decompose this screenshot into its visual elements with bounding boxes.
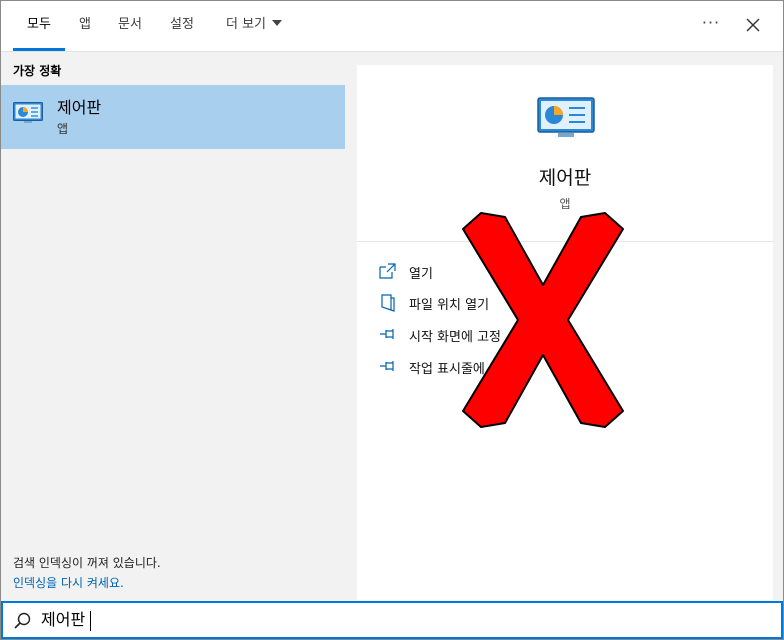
close-button[interactable] [739, 11, 767, 39]
result-title: 제어판 [57, 98, 102, 117]
close-icon [746, 18, 760, 32]
pin-icon [380, 361, 394, 371]
tab-more[interactable]: 더 보기 [219, 1, 289, 51]
file-location-icon [381, 294, 395, 312]
result-subtitle: 앱 [57, 122, 69, 136]
open-icon [379, 263, 396, 279]
start-search-window: 모두 앱 문서 설정 더 보기 ··· 가장 정확 제어판 앱 검색 인덱싱이 … [0, 0, 784, 640]
control-panel-icon [13, 102, 43, 123]
search-bar[interactable]: 제어판 [1, 601, 783, 639]
more-options-button[interactable]: ··· [697, 11, 725, 39]
tab-apps[interactable]: 앱 [73, 1, 97, 51]
red-x-mark-icon [462, 212, 624, 428]
open-action-label: 열기 [409, 267, 433, 282]
search-input[interactable]: 제어판 [41, 603, 85, 637]
tab-settings[interactable]: 설정 [165, 1, 199, 51]
chevron-down-icon [272, 20, 282, 26]
filter-tab-bar: 모두 앱 문서 설정 더 보기 ··· [1, 1, 783, 52]
indexing-off-text: 검색 인덱싱이 꺼져 있습니다. [13, 556, 161, 570]
control-panel-icon [537, 97, 595, 137]
tab-more-label: 더 보기 [225, 17, 266, 32]
text-caret [90, 611, 91, 631]
result-item-control-panel[interactable]: 제어판 앱 [1, 85, 345, 149]
detail-title: 제어판 [538, 167, 592, 189]
ellipsis-icon: ··· [701, 13, 721, 32]
tab-documents[interactable]: 문서 [113, 1, 147, 51]
pin-icon [380, 329, 394, 339]
tab-all[interactable]: 모두 [13, 1, 65, 51]
indexing-notice: 검색 인덱싱이 꺼져 있습니다. 인덱싱을 다시 켜세요. [1, 546, 345, 600]
results-pane: 가장 정확 제어판 앱 검색 인덱싱이 꺼져 있습니다. 인덱싱을 다시 켜세요… [1, 52, 346, 600]
search-icon [14, 612, 31, 629]
turn-on-indexing-link[interactable]: 인덱싱을 다시 켜세요. [13, 574, 124, 591]
best-match-heading: 가장 정확 [13, 64, 62, 78]
